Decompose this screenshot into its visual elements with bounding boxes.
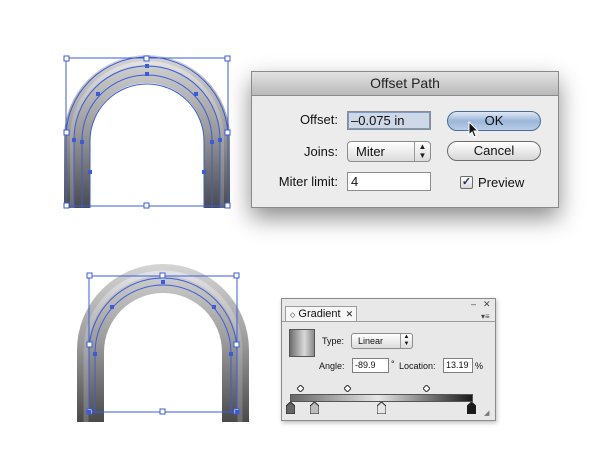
joins-select[interactable]: Miter ▲ ▼	[347, 141, 431, 162]
preview-checkbox[interactable]: ✓	[460, 176, 473, 189]
midpoint-marker[interactable]	[297, 385, 304, 392]
tab-expand-icon: ◇	[290, 312, 296, 319]
close-panel-icon[interactable]: ✕	[483, 300, 491, 309]
miter-limit-label: Miter limit:	[278, 174, 338, 189]
degree-symbol: °	[391, 359, 395, 369]
location-label: Location:	[399, 361, 436, 371]
collapse-icon[interactable]: –	[471, 300, 476, 309]
chevron-updown-icon: ▲ ▼	[414, 142, 430, 161]
joins-label: Joins:	[304, 144, 338, 159]
offset-path-dialog: Offset Path Offset: –0.075 in Joins: Mit…	[251, 71, 559, 208]
chevron-updown-icon: ▲ ▼	[400, 334, 412, 348]
top-arch[interactable]	[63, 55, 231, 209]
ok-button[interactable]: OK	[447, 111, 541, 131]
tab-close-icon[interactable]: ✕	[346, 309, 354, 319]
offset-label: Offset:	[299, 112, 338, 127]
gradient-swatch[interactable]	[289, 329, 315, 357]
bottom-arch[interactable]	[77, 264, 249, 422]
preview-label: Preview	[478, 175, 525, 190]
tab-divider	[282, 321, 495, 322]
color-stop[interactable]	[286, 402, 295, 414]
percent-symbol: %	[475, 361, 484, 371]
pointer-cursor-icon	[468, 121, 480, 138]
angle-input[interactable]: -89.9	[352, 358, 389, 373]
color-stop[interactable]	[467, 402, 476, 414]
resize-grip-icon[interactable]: ◢	[484, 409, 489, 418]
type-select[interactable]: Linear ▲ ▼	[351, 333, 413, 349]
cancel-button[interactable]: Cancel	[447, 141, 541, 161]
tab-gradient-label: Gradient	[298, 308, 341, 320]
location-input[interactable]: 13.19	[443, 358, 473, 373]
offset-input[interactable]: –0.075 in	[347, 111, 431, 130]
color-stop[interactable]	[310, 402, 319, 414]
midpoint-marker[interactable]	[423, 385, 430, 392]
miter-limit-input[interactable]: 4	[347, 172, 431, 191]
gradient-ramp[interactable]	[290, 394, 473, 402]
joins-value: Miter	[356, 144, 385, 159]
color-stop[interactable]	[377, 402, 386, 414]
gradient-panel: – ✕ ◇ Gradient ✕ ▾≡ Type: Linear ▲ ▼ Angle:…	[281, 298, 496, 421]
dialog-title: Offset Path	[252, 72, 558, 96]
panel-menu-icon[interactable]: ▾≡	[481, 312, 490, 321]
angle-label: Angle:	[319, 361, 345, 371]
type-label: Type:	[322, 336, 345, 346]
midpoint-marker[interactable]	[344, 385, 351, 392]
tab-gradient[interactable]: ◇ Gradient ✕	[285, 306, 357, 321]
type-value: Linear	[358, 336, 384, 346]
